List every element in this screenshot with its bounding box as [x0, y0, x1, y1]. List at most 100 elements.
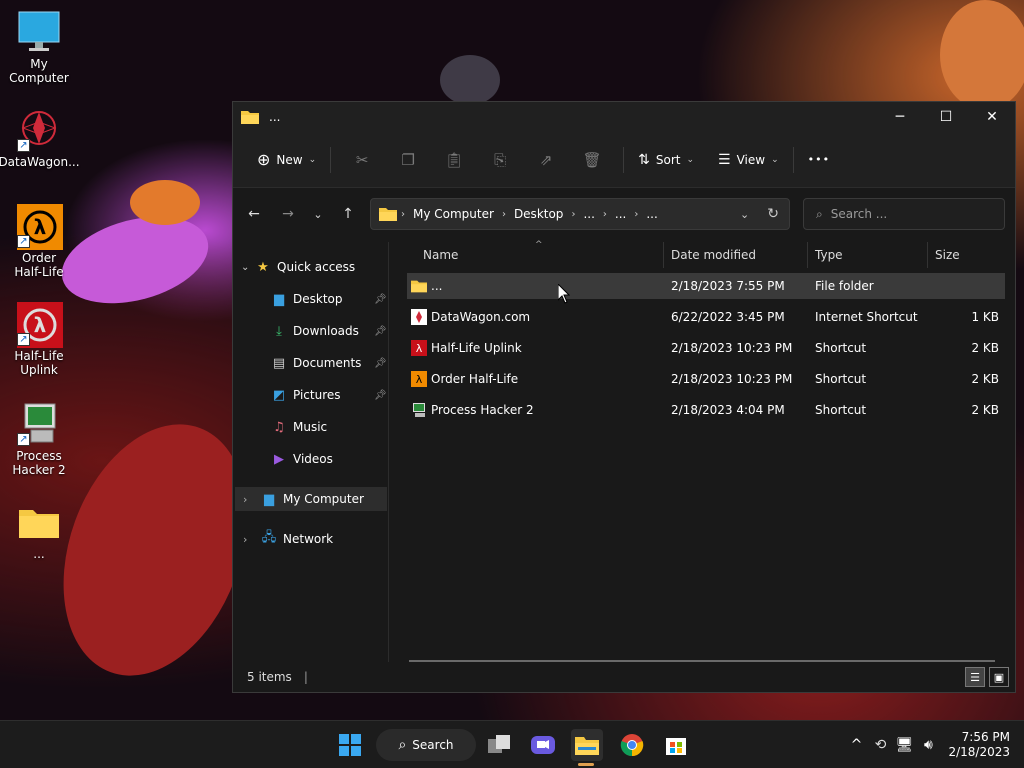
chrome-button[interactable]: [616, 729, 648, 761]
desktop-icon-my-computer[interactable]: My Computer: [0, 10, 78, 85]
nav-label: Network: [283, 532, 334, 546]
chrome-icon: [620, 734, 644, 757]
address-dropdown-chevron-icon[interactable]: ⌄: [740, 208, 749, 221]
new-button[interactable]: ⊕ New ⌄: [251, 144, 322, 176]
column-divider[interactable]: [663, 242, 664, 268]
desktop-icon-process-hacker[interactable]: ↗ Process Hacker 2: [0, 402, 78, 477]
file-type: Shortcut: [815, 341, 867, 355]
column-header-name[interactable]: Name: [423, 248, 458, 262]
recent-chevron-icon[interactable]: ⌄: [303, 199, 333, 229]
search-box[interactable]: ⌕: [803, 198, 1005, 230]
refresh-icon[interactable]: ↻: [767, 206, 779, 222]
desktop-icon-label: My Computer: [9, 57, 69, 85]
paste-icon[interactable]: 📋︎: [438, 144, 470, 176]
music-icon: ♫: [273, 419, 285, 435]
column-header-type[interactable]: Type: [815, 248, 843, 262]
title-bar[interactable]: ... ─ ☐ ✕: [233, 102, 1015, 132]
table-row[interactable]: λ Half-Life Uplink 2/18/2023 10:23 PM Sh…: [407, 335, 1005, 361]
task-view-icon: [488, 735, 510, 753]
copy-icon[interactable]: ❐: [392, 144, 424, 176]
nav-item-desktop[interactable]: ▆ Desktop 📌︎: [271, 287, 389, 311]
item-count: 5 items: [247, 670, 292, 684]
breadcrumb-desktop[interactable]: Desktop: [514, 207, 564, 221]
details-view-icon[interactable]: ☰: [965, 667, 985, 687]
shortcut-arrow-icon: ↗: [17, 433, 30, 446]
search-input[interactable]: [830, 207, 981, 221]
chevron-right-icon: ›: [571, 208, 576, 220]
chevron-up-icon[interactable]: ^: [844, 737, 868, 753]
speaker-icon[interactable]: 🔊︎: [916, 737, 940, 753]
nav-item-downloads[interactable]: ⤓ Downloads 📌︎: [271, 319, 389, 343]
column-header-size[interactable]: Size: [935, 248, 960, 262]
nav-item-documents[interactable]: ▤ Documents 📌︎: [271, 351, 389, 375]
desktop-icon-order-half-life[interactable]: λ ↗ Order Half-Life: [0, 204, 78, 279]
column-divider[interactable]: [807, 242, 808, 268]
table-row[interactable]: λ Order Half-Life 2/18/2023 10:23 PM Sho…: [407, 366, 1005, 392]
taskbar-search-button[interactable]: ⌕ Search: [376, 729, 476, 761]
view-button[interactable]: ☰ View ⌄: [712, 144, 785, 176]
minimize-button[interactable]: ─: [877, 102, 923, 132]
start-button[interactable]: [334, 729, 366, 761]
table-row[interactable]: DataWagon.com 6/22/2022 3:45 PM Internet…: [407, 304, 1005, 330]
clock[interactable]: 7:56 PM 2/18/2023: [940, 730, 1024, 760]
shortcut-arrow-icon: ↗: [17, 235, 30, 248]
back-arrow-icon[interactable]: ←: [239, 199, 269, 229]
desktop-icon: ▆: [274, 291, 284, 307]
breadcrumb-item[interactable]: ...: [646, 207, 657, 221]
forward-arrow-icon[interactable]: →: [273, 199, 303, 229]
desktop-icon-label: ...: [33, 547, 45, 561]
rename-icon[interactable]: ⎘: [484, 144, 516, 176]
nav-quick-access[interactable]: ⌄ ★ Quick access: [241, 255, 355, 279]
nav-item-music[interactable]: ♫ Music: [271, 415, 389, 439]
sort-button[interactable]: ⇅ Sort ⌄: [632, 144, 700, 176]
half-life-icon: λ ↗: [17, 204, 63, 250]
table-row[interactable]: ... 2/18/2023 7:55 PM File folder: [407, 273, 1005, 299]
tiles-view-icon[interactable]: ▣: [989, 667, 1009, 687]
file-list: Name ^ Date modified Type Size ... 2/18/…: [407, 240, 1005, 662]
breadcrumb-item[interactable]: ...: [615, 207, 626, 221]
nav-item-videos[interactable]: ▶ Videos: [271, 447, 389, 471]
file-date: 2/18/2023 4:04 PM: [671, 403, 785, 417]
folder-icon: [379, 208, 397, 221]
nav-item-network[interactable]: › 🖧︎ Network: [235, 527, 333, 551]
cut-icon[interactable]: ✂: [346, 144, 378, 176]
maximize-button[interactable]: ☐: [923, 102, 969, 132]
half-life-uplink-icon: λ: [411, 340, 427, 356]
file-explorer-taskbar-button[interactable]: [571, 729, 603, 761]
file-date: 2/18/2023 10:23 PM: [671, 341, 793, 355]
desktop-icon-datawagon[interactable]: ↗ DataWagon...: [0, 108, 80, 169]
nav-item-my-computer[interactable]: › ▆ My Computer: [235, 487, 387, 511]
nav-label: Quick access: [277, 260, 356, 274]
column-header-date-modified[interactable]: Date modified: [671, 248, 756, 262]
process-hacker-icon: [413, 403, 425, 417]
close-button[interactable]: ✕: [969, 102, 1015, 132]
breadcrumb-my-computer[interactable]: My Computer: [413, 207, 494, 221]
sync-icon[interactable]: ⟲: [868, 737, 892, 753]
desktop-icon-half-life-uplink[interactable]: λ ↗ Half-Life Uplink: [0, 302, 78, 377]
nav-label: Desktop: [293, 292, 343, 306]
desktop-icon-folder[interactable]: ...: [0, 500, 78, 561]
more-options-button[interactable]: •••: [802, 144, 836, 176]
nav-item-pictures[interactable]: ◩ Pictures 📌︎: [271, 383, 389, 407]
delete-icon[interactable]: 🗑︎: [576, 144, 608, 176]
microsoft-store-button[interactable]: [660, 729, 692, 761]
search-label: Search: [412, 738, 454, 752]
file-explorer-window: ... ─ ☐ ✕ ⊕ New ⌄ ✂ ❐ 📋︎ ⎘ ⇗ 🗑︎ ⇅ Sort ⌄…: [232, 101, 1016, 693]
search-icon: ⌕: [816, 206, 823, 221]
task-view-button[interactable]: [484, 729, 516, 761]
address-bar[interactable]: › My Computer › Desktop › ... › ... › ..…: [370, 198, 790, 230]
up-arrow-icon[interactable]: ↑: [333, 199, 363, 229]
table-row[interactable]: Process Hacker 2 2/18/2023 4:04 PM Short…: [407, 397, 1005, 423]
desktop-icon-label: DataWagon...: [0, 155, 80, 169]
share-icon[interactable]: ⇗: [530, 144, 562, 176]
file-size: 2 KB: [971, 341, 999, 355]
half-life-uplink-icon: λ ↗: [17, 302, 63, 348]
column-divider[interactable]: [927, 242, 928, 268]
search-icon: ⌕: [398, 737, 407, 753]
network-status-icon[interactable]: 🖥︎: [892, 737, 916, 753]
breadcrumb-item[interactable]: ...: [583, 207, 594, 221]
chat-button[interactable]: [527, 729, 559, 761]
folder-icon: [411, 280, 427, 293]
sort-ascending-icon: ^: [535, 240, 543, 250]
nav-label: Pictures: [293, 388, 341, 402]
